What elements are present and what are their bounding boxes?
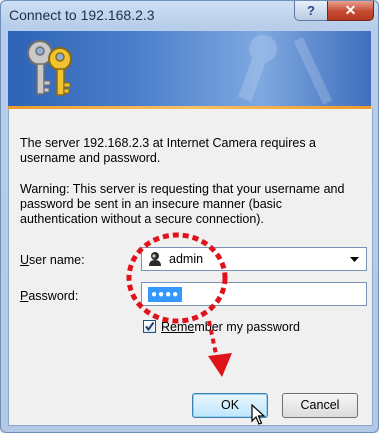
banner <box>8 31 371 107</box>
title-bar[interactable]: Connect to 192.168.2.3 ? ✕ <box>1 1 378 31</box>
warning-line3: authentication without a secure connecti… <box>20 212 264 226</box>
password-label-text: assword: <box>28 289 79 303</box>
password-input[interactable]: ●●●● <box>141 282 367 306</box>
remember-label-text: mber my password <box>194 320 300 334</box>
cancel-button[interactable]: Cancel <box>282 393 358 418</box>
remember-label-accesskey: Reme <box>161 320 195 334</box>
username-combobox[interactable]: admin <box>141 247 367 271</box>
password-label: Password: <box>20 289 78 304</box>
chevron-down-icon[interactable] <box>350 257 359 263</box>
username-label-text: ser name: <box>29 253 85 267</box>
keys-icon <box>27 40 72 96</box>
username-label-accesskey: U <box>20 253 30 267</box>
remember-checkbox[interactable] <box>143 320 156 333</box>
help-button[interactable]: ? <box>294 1 328 21</box>
dialog-window: Connect to 192.168.2.3 ? ✕ The server 19… <box>0 0 379 433</box>
warning-line2: password be sent in an insecure manner (… <box>20 197 282 211</box>
warning-line1: Warning: This server is requesting that … <box>20 182 345 196</box>
username-value: admin <box>169 252 204 266</box>
username-label: User name: <box>20 253 85 268</box>
dialog-title: Connect to 192.168.2.3 <box>9 7 155 23</box>
user-icon <box>149 252 161 266</box>
server-message-line2: username and password. <box>20 151 161 165</box>
server-message-line1: The server 192.168.2.3 at Internet Camer… <box>20 136 316 150</box>
checkmark-icon <box>145 321 155 332</box>
remember-label[interactable]: Remember my password <box>161 320 300 335</box>
close-button[interactable]: ✕ <box>327 1 374 21</box>
mouse-cursor-icon <box>251 404 266 425</box>
password-mask: ●●●● <box>148 287 183 302</box>
